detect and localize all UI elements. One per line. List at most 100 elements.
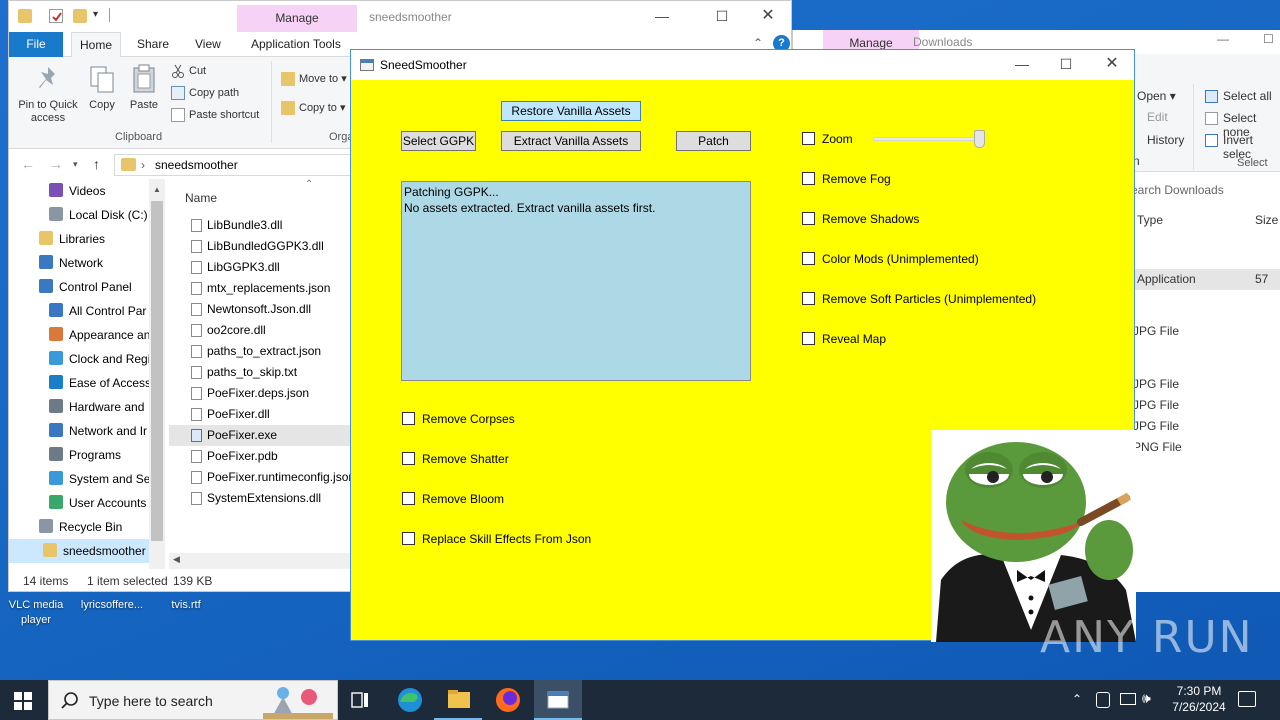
checkbox-box[interactable] <box>802 252 815 265</box>
maximize-button[interactable]: ☐ <box>1043 53 1089 77</box>
recent-locations-icon[interactable]: ▾ <box>73 159 78 170</box>
edit-button[interactable]: Edit <box>1147 110 1168 124</box>
horizontal-scrollbar[interactable]: ◀ <box>169 553 369 569</box>
nav-item[interactable]: Control Panel <box>9 275 157 299</box>
zoom-slider-track[interactable] <box>873 137 985 141</box>
checkbox-box[interactable] <box>802 172 815 185</box>
firefox-icon[interactable] <box>484 680 532 720</box>
file-row[interactable]: PoeFixer.deps.json <box>169 383 369 404</box>
forward-arrow-icon[interactable]: → <box>49 156 63 172</box>
file-row[interactable]: oo2core.dll <box>169 320 369 341</box>
tab-file[interactable]: File <box>9 32 63 57</box>
nav-item[interactable]: Appearance an <box>9 323 157 347</box>
copy-button[interactable]: Copy <box>87 63 117 112</box>
file-row[interactable]: PoeFixer.runtimeconfig.json <box>169 467 369 488</box>
device-icon[interactable] <box>1096 692 1110 708</box>
download-row[interactable]: JPG File <box>1133 321 1280 342</box>
tab-share[interactable]: Share <box>129 32 177 57</box>
checkbox-box[interactable] <box>402 412 415 425</box>
log-output[interactable]: Patching GGPK... No assets extracted. Ex… <box>401 181 751 381</box>
file-row[interactable]: mtx_replacements.json <box>169 278 369 299</box>
paste-shortcut-button[interactable]: Paste shortcut <box>171 105 259 125</box>
network-icon[interactable] <box>1120 693 1136 705</box>
manage-tab[interactable]: Manage <box>237 5 357 32</box>
zoom-slider-thumb[interactable] <box>974 130 985 148</box>
column-header-type[interactable]: Type <box>1137 213 1163 227</box>
download-row[interactable]: PNG File <box>1133 437 1280 458</box>
checkbox-box[interactable] <box>802 332 815 345</box>
file-row[interactable]: LibBundle3.dll <box>169 215 369 236</box>
checkbox-box[interactable] <box>802 212 815 225</box>
nav-item[interactable]: Network and Ir <box>9 419 157 443</box>
download-row[interactable]: JPG File <box>1133 416 1280 437</box>
restore-vanilla-button[interactable]: Restore Vanilla Assets <box>501 101 641 121</box>
file-row[interactable]: paths_to_extract.json <box>169 341 369 362</box>
checkbox-box[interactable] <box>402 452 415 465</box>
nav-item[interactable]: Ease of Access <box>9 371 157 395</box>
extract-vanilla-button[interactable]: Extract Vanilla Assets <box>501 131 641 151</box>
tab-home[interactable]: Home <box>71 32 122 57</box>
nav-item[interactable]: User Accounts <box>9 491 157 515</box>
nav-item[interactable]: Libraries <box>9 227 157 251</box>
nav-item[interactable]: Network <box>9 251 157 275</box>
scroll-thumb[interactable] <box>151 201 163 541</box>
download-row[interactable]: Application 57 <box>1131 269 1280 290</box>
copy-path-button[interactable]: Copy path <box>171 83 239 103</box>
new-folder-icon[interactable] <box>73 9 87 23</box>
maximize-button[interactable]: ☐ <box>699 5 745 29</box>
file-row[interactable]: paths_to_skip.txt <box>169 362 369 383</box>
file-explorer-icon[interactable] <box>434 680 482 720</box>
minimize-button[interactable]: — <box>999 53 1045 77</box>
minimize-button[interactable]: — <box>639 5 685 29</box>
desktop-icon-lyrics[interactable]: lyricsoffere... <box>74 598 150 613</box>
file-row[interactable]: PoeFixer.pdb <box>169 446 369 467</box>
open-button[interactable]: Open ▾ <box>1137 89 1176 103</box>
search-input[interactable]: earch Downloads <box>1131 179 1280 201</box>
task-view-icon[interactable] <box>336 680 384 720</box>
checkbox-box[interactable] <box>402 532 415 545</box>
select-all-button[interactable]: Select all <box>1205 89 1272 103</box>
notifications-icon[interactable] <box>1238 691 1256 707</box>
scroll-left-icon[interactable]: ◀ <box>173 554 180 565</box>
edge-icon[interactable] <box>386 680 434 720</box>
properties-icon[interactable] <box>49 9 63 23</box>
windows-start-icon[interactable] <box>14 692 32 710</box>
patch-button[interactable]: Patch <box>676 131 751 151</box>
nav-item[interactable]: Local Disk (C:) <box>9 203 157 227</box>
column-header-name[interactable]: Name <box>185 191 217 205</box>
nav-item[interactable]: Clock and Regi <box>9 347 157 371</box>
taskbar-search[interactable]: Type here to search <box>48 680 338 720</box>
back-arrow-icon[interactable]: ← <box>21 156 35 172</box>
customize-qa-icon[interactable]: ▾ <box>93 9 98 20</box>
nav-item[interactable]: Videos <box>9 179 157 203</box>
sneedsmoother-taskbar-icon[interactable] <box>534 680 582 720</box>
history-button[interactable]: History <box>1147 133 1184 147</box>
checkbox-box[interactable] <box>402 492 415 505</box>
desktop-icon-vlc[interactable]: VLC media player <box>6 598 66 628</box>
volume-icon[interactable]: 🕪 <box>1142 690 1151 707</box>
show-hidden-icons[interactable]: ⌃ <box>1072 692 1082 706</box>
checkbox-box[interactable] <box>802 292 815 305</box>
desktop-icon-tvis[interactable]: tvis.rtf <box>158 598 214 613</box>
file-row[interactable]: SystemExtensions.dll <box>169 488 369 509</box>
pin-quick-access-button[interactable]: Pin to Quick access <box>13 63 83 125</box>
checkbox-box[interactable] <box>802 132 815 145</box>
nav-item[interactable]: Programs <box>9 443 157 467</box>
tab-view[interactable]: View <box>187 32 229 57</box>
nav-item[interactable]: System and Se <box>9 467 157 491</box>
file-row[interactable]: LibGGPK3.dll <box>169 257 369 278</box>
close-button[interactable]: ✕ <box>745 5 791 29</box>
tab-application-tools[interactable]: Application Tools <box>243 32 349 57</box>
close-button[interactable]: ✕ <box>1089 53 1135 77</box>
move-to-button[interactable]: Move to ▾ <box>281 69 347 89</box>
paste-button[interactable]: Paste <box>127 63 161 112</box>
nav-item[interactable]: sneedsmoother <box>9 539 157 563</box>
collapse-ribbon-icon[interactable]: ⌃ <box>753 36 763 50</box>
nav-item[interactable]: Recycle Bin <box>9 515 157 539</box>
download-row[interactable]: JPG File <box>1133 395 1280 416</box>
scroll-up-icon[interactable]: ▲ <box>153 185 161 194</box>
file-row[interactable]: PoeFixer.exe <box>169 425 369 446</box>
file-row[interactable]: Newtonsoft.Json.dll <box>169 299 369 320</box>
maximize-button[interactable]: ☐ <box>1263 32 1274 46</box>
download-row[interactable]: JPG File <box>1133 374 1280 395</box>
